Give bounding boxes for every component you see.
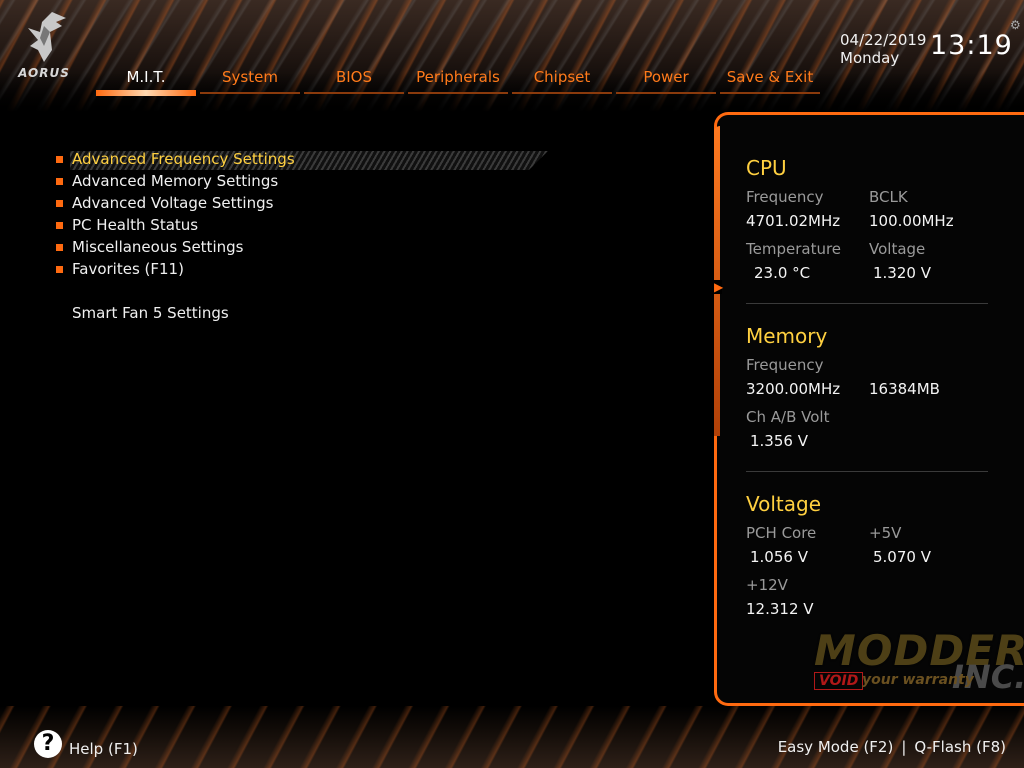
memory-section-title: Memory <box>746 324 828 348</box>
aorus-logo: AORUS <box>12 10 76 82</box>
menu-item-label: Miscellaneous Settings <box>72 238 244 256</box>
menu-item-label: Favorites (F11) <box>72 260 184 278</box>
bullet-icon <box>56 222 63 229</box>
cpu-bclk-value: 100.00MHz <box>869 212 954 230</box>
pch-core-label: PCH Core <box>746 524 817 542</box>
voltage-section-title: Voltage <box>746 492 822 516</box>
modders-inc-watermark: MODDERS INC. VOID your warranty <box>812 626 1024 698</box>
plus5v-value: 5.070 V <box>873 548 931 566</box>
cpu-bclk-label: BCLK <box>869 188 908 206</box>
panel-divider <box>746 303 988 304</box>
gear-icon[interactable]: ⚙ <box>1010 18 1022 32</box>
cpu-voltage-value: 1.320 V <box>873 264 931 282</box>
watermark-warranty: your warranty <box>862 672 974 688</box>
menu-item-pc-health[interactable]: PC Health Status <box>56 214 295 236</box>
help-label: Help (F1) <box>69 740 138 758</box>
memory-chab-volt-value: 1.356 V <box>750 432 808 450</box>
easy-mode-button[interactable]: Easy Mode (F2) <box>778 738 894 756</box>
bottom-actions: Easy Mode (F2) | Q-Flash (F8) <box>778 738 1006 756</box>
plus5v-label: +5V <box>869 524 902 542</box>
clock: 13:19 <box>930 30 1013 61</box>
menu-item-label: PC Health Status <box>72 216 199 234</box>
main-tabs: M.I.T. System BIOS Peripherals Chipset P… <box>96 66 824 100</box>
cpu-temperature-label: Temperature <box>746 240 842 258</box>
cpu-section-title: CPU <box>746 156 787 180</box>
logo-text: AORUS <box>18 66 70 80</box>
memory-frequency-label: Frequency <box>746 356 824 374</box>
day-text: Monday <box>840 49 900 67</box>
menu-item-advanced-voltage[interactable]: Advanced Voltage Settings <box>56 192 295 214</box>
menu-item-miscellaneous[interactable]: Miscellaneous Settings <box>56 236 295 258</box>
menu-item-smart-fan[interactable]: Smart Fan 5 Settings <box>56 302 295 324</box>
cpu-temperature-value: 23.0 °C <box>754 264 811 282</box>
qflash-button[interactable]: Q-Flash (F8) <box>914 738 1006 756</box>
plus12v-value: 12.312 V <box>746 600 814 618</box>
bottom-bar <box>0 706 1024 768</box>
bullet-icon <box>56 266 63 273</box>
menu-item-label: Advanced Frequency Settings <box>72 150 295 168</box>
memory-chab-volt-label: Ch A/B Volt <box>746 408 830 426</box>
menu-item-advanced-memory[interactable]: Advanced Memory Settings <box>56 170 295 192</box>
tab-system[interactable]: System <box>200 66 300 96</box>
tab-peripherals[interactable]: Peripherals <box>408 66 508 96</box>
menu-item-favorites[interactable]: Favorites (F11) <box>56 258 295 280</box>
bullet-icon <box>56 200 63 207</box>
bullet-icon <box>56 178 63 185</box>
tab-save-exit[interactable]: Save & Exit <box>720 66 820 96</box>
separator: | <box>901 738 907 756</box>
cpu-frequency-value: 4701.02MHz <box>746 212 841 230</box>
panel-divider <box>746 471 988 472</box>
help-icon: ? <box>34 730 62 758</box>
menu-item-label: Advanced Memory Settings <box>72 172 279 190</box>
menu-item-label: Advanced Voltage Settings <box>72 194 274 212</box>
tab-bios[interactable]: BIOS <box>304 66 404 96</box>
bullet-icon <box>56 244 63 251</box>
date-display: 04/22/2019 Monday <box>840 31 926 67</box>
tab-mit[interactable]: M.I.T. <box>96 66 196 96</box>
tab-power[interactable]: Power <box>616 66 716 96</box>
cpu-voltage-label: Voltage <box>869 240 926 258</box>
menu-item-advanced-frequency[interactable]: Advanced Frequency Settings <box>56 148 548 170</box>
memory-frequency-value: 3200.00MHz <box>746 380 841 398</box>
help-button[interactable]: ? Help (F1) <box>34 730 138 758</box>
pch-core-value: 1.056 V <box>750 548 808 566</box>
watermark-void: VOID <box>814 672 864 690</box>
plus12v-label: +12V <box>746 576 788 594</box>
eagle-logo-icon <box>28 12 66 62</box>
date-text: 04/22/2019 <box>840 31 927 49</box>
tab-chipset[interactable]: Chipset <box>512 66 612 96</box>
cpu-frequency-label: Frequency <box>746 188 824 206</box>
memory-size-value: 16384MB <box>869 380 940 398</box>
bullet-icon <box>56 156 63 163</box>
mit-menu: Advanced Frequency Settings Advanced Mem… <box>56 148 548 324</box>
menu-item-label: Smart Fan 5 Settings <box>72 304 229 322</box>
panel-collapse-arrow-icon[interactable]: ▶ <box>714 280 723 294</box>
